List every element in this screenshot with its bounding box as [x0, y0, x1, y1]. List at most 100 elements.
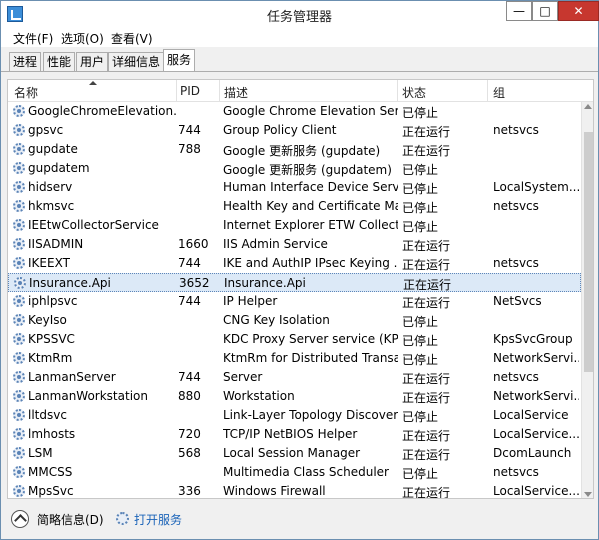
- service-name-cell: gupdate: [28, 142, 78, 156]
- table-row[interactable]: LSM 568 Local Session Manager 正在运行 DcomLaunc…: [8, 444, 581, 463]
- service-group-cell: LocalSystem...: [493, 180, 579, 194]
- table-row[interactable]: gupdate 788 Google 更新服务 (gupdate) 正在运行: [8, 140, 581, 159]
- table-row[interactable]: iphlpsvc 744 IP Helper 正在运行 NetSvcs: [8, 292, 581, 311]
- column-header-pid[interactable]: PID: [180, 84, 200, 98]
- table-row[interactable]: KPSSVC KDC Proxy Server service (KPS) 已停止 K…: [8, 330, 581, 349]
- table-row[interactable]: Insurance.Api 3652 Insurance.Api 正在运行: [8, 273, 581, 292]
- column-separator[interactable]: [219, 80, 220, 102]
- table-row[interactable]: MMCSS Multimedia Class Scheduler 已停止 netsvc…: [8, 463, 581, 482]
- column-separator[interactable]: [487, 80, 488, 102]
- service-group-cell: LocalService...: [493, 427, 579, 441]
- menu-options[interactable]: 选项(O): [61, 30, 104, 47]
- service-status-cell: 正在运行: [403, 278, 452, 292]
- maximize-button[interactable]: □: [532, 1, 558, 21]
- table-row[interactable]: IKEEXT 744 IKE and AuthIP IPsec Keying ...…: [8, 254, 581, 273]
- service-name-cell: MpsSvc: [28, 484, 74, 498]
- service-pid-cell: 336: [178, 484, 201, 498]
- tab-performance[interactable]: 性能: [43, 52, 76, 72]
- service-status-cell: 已停止: [402, 106, 439, 120]
- service-name-cell: GoogleChromeElevation...: [28, 104, 176, 118]
- service-name-cell: KPSSVC: [28, 332, 75, 346]
- open-services-label[interactable]: 打开服务: [134, 511, 182, 528]
- fewer-details-link[interactable]: 简略信息(D): [37, 511, 104, 528]
- service-group-cell: NetworkServi...: [493, 351, 579, 365]
- table-row[interactable]: hkmsvc Health Key and Certificate Ma... 已停…: [8, 197, 581, 216]
- table-row[interactable]: gpsvc 744 Group Policy Client 正在运行 netsvcs: [8, 121, 581, 140]
- table-row[interactable]: gupdatem Google 更新服务 (gupdatem) 已停止: [8, 159, 581, 178]
- scroll-down-arrow-icon[interactable]: [584, 492, 592, 497]
- vertical-scrollbar[interactable]: [581, 102, 593, 498]
- scroll-thumb[interactable]: [584, 132, 593, 372]
- column-separator[interactable]: [397, 80, 398, 102]
- service-pid-cell: 744: [178, 294, 201, 308]
- menu-file[interactable]: 文件(F): [13, 30, 53, 47]
- service-name-cell: lmhosts: [28, 427, 76, 441]
- service-status-cell: 已停止: [402, 353, 439, 367]
- service-status-cell: 正在运行: [402, 429, 451, 443]
- service-status-cell: 正在运行: [402, 144, 451, 158]
- service-status-cell: 已停止: [402, 467, 439, 481]
- title-bar[interactable]: 任务管理器 — □ ✕: [1, 1, 599, 28]
- table-row[interactable]: KtmRm KtmRm for Distributed Transa... 已停止 N…: [8, 349, 581, 368]
- service-pid-cell: 1660: [178, 237, 209, 251]
- service-description-cell: Link-Layer Topology Discover...: [223, 408, 398, 422]
- service-gear-icon: [13, 428, 25, 440]
- table-row[interactable]: lmhosts 720 TCP/IP NetBIOS Helper 正在运行 Local…: [8, 425, 581, 444]
- table-row[interactable]: GoogleChromeElevation... Google Chrome El…: [8, 102, 581, 121]
- tab-details[interactable]: 详细信息: [108, 52, 165, 72]
- service-gear-icon: [13, 295, 25, 307]
- tab-processes[interactable]: 进程: [9, 52, 42, 72]
- service-gear-icon: [13, 333, 25, 345]
- service-group-cell: NetworkServi...: [493, 389, 579, 403]
- service-gear-icon: [13, 124, 25, 136]
- service-name-cell: IEEtwCollectorService: [28, 218, 159, 232]
- tab-users[interactable]: 用户: [76, 52, 109, 72]
- service-name-cell: lltdsvc: [28, 408, 67, 422]
- service-pid-cell: 788: [178, 142, 201, 156]
- service-name-cell: LanmanWorkstation: [28, 389, 148, 403]
- service-status-cell: 正在运行: [402, 239, 451, 253]
- service-group-cell: netsvcs: [493, 199, 539, 213]
- service-group-cell: netsvcs: [493, 256, 539, 270]
- service-status-cell: 已停止: [402, 334, 439, 348]
- collapse-chevron-up-icon[interactable]: [11, 510, 29, 528]
- service-status-cell: 正在运行: [402, 391, 451, 405]
- table-row[interactable]: hidserv Human Interface Device Service 已停止…: [8, 178, 581, 197]
- service-description-cell: IP Helper: [223, 294, 278, 308]
- minimize-button[interactable]: —: [506, 1, 532, 21]
- sort-ascending-icon: [89, 81, 97, 85]
- service-name-cell: KtmRm: [28, 351, 73, 365]
- service-description-cell: Google 更新服务 (gupdatem): [223, 163, 392, 177]
- service-status-cell: 已停止: [402, 163, 439, 177]
- column-header-group[interactable]: 组: [493, 84, 505, 101]
- service-status-cell: 已停止: [402, 410, 439, 424]
- column-header-description[interactable]: 描述: [224, 84, 248, 101]
- service-description-cell: Health Key and Certificate Ma...: [223, 199, 398, 213]
- column-header-status[interactable]: 状态: [402, 84, 426, 101]
- task-manager-window: 任务管理器 — □ ✕ 文件(F) 选项(O) 查看(V) 进程 性能 用户 详…: [0, 0, 599, 540]
- column-separator[interactable]: [176, 80, 177, 102]
- service-group-cell: DcomLaunch: [493, 446, 572, 460]
- menu-view[interactable]: 查看(V): [111, 30, 153, 47]
- tab-services[interactable]: 服务: [163, 49, 196, 72]
- services-gear-icon: [116, 512, 129, 525]
- service-description-cell: KDC Proxy Server service (KPS): [223, 332, 398, 346]
- scroll-up-arrow-icon[interactable]: [584, 104, 592, 109]
- tab-strip: 进程 性能 用户 详细信息 服务: [1, 48, 598, 72]
- service-group-cell: LocalService: [493, 408, 569, 422]
- table-row[interactable]: LanmanWorkstation 880 Workstation 正在运行 Netwo…: [8, 387, 581, 406]
- table-row[interactable]: LanmanServer 744 Server 正在运行 netsvcs: [8, 368, 581, 387]
- service-description-cell: Windows Firewall: [223, 484, 326, 498]
- table-row[interactable]: lltdsvc Link-Layer Topology Discover... 已停…: [8, 406, 581, 425]
- column-header-name[interactable]: 名称: [14, 84, 38, 101]
- service-description-cell: Server: [223, 370, 263, 384]
- table-row[interactable]: IEEtwCollectorService Internet Explorer E…: [8, 216, 581, 235]
- table-row[interactable]: KeyIso CNG Key Isolation 已停止: [8, 311, 581, 330]
- table-row[interactable]: IISADMIN 1660 IIS Admin Service 正在运行: [8, 235, 581, 254]
- table-row[interactable]: MpsSvc 336 Windows Firewall 正在运行 LocalServic…: [8, 482, 581, 498]
- close-button[interactable]: ✕: [558, 1, 599, 21]
- footer-bar: 简略信息(D) 打开服务: [1, 501, 598, 539]
- service-description-cell: IKE and AuthIP IPsec Keying ...: [223, 256, 398, 270]
- service-group-cell: netsvcs: [493, 465, 539, 479]
- service-gear-icon: [13, 238, 25, 250]
